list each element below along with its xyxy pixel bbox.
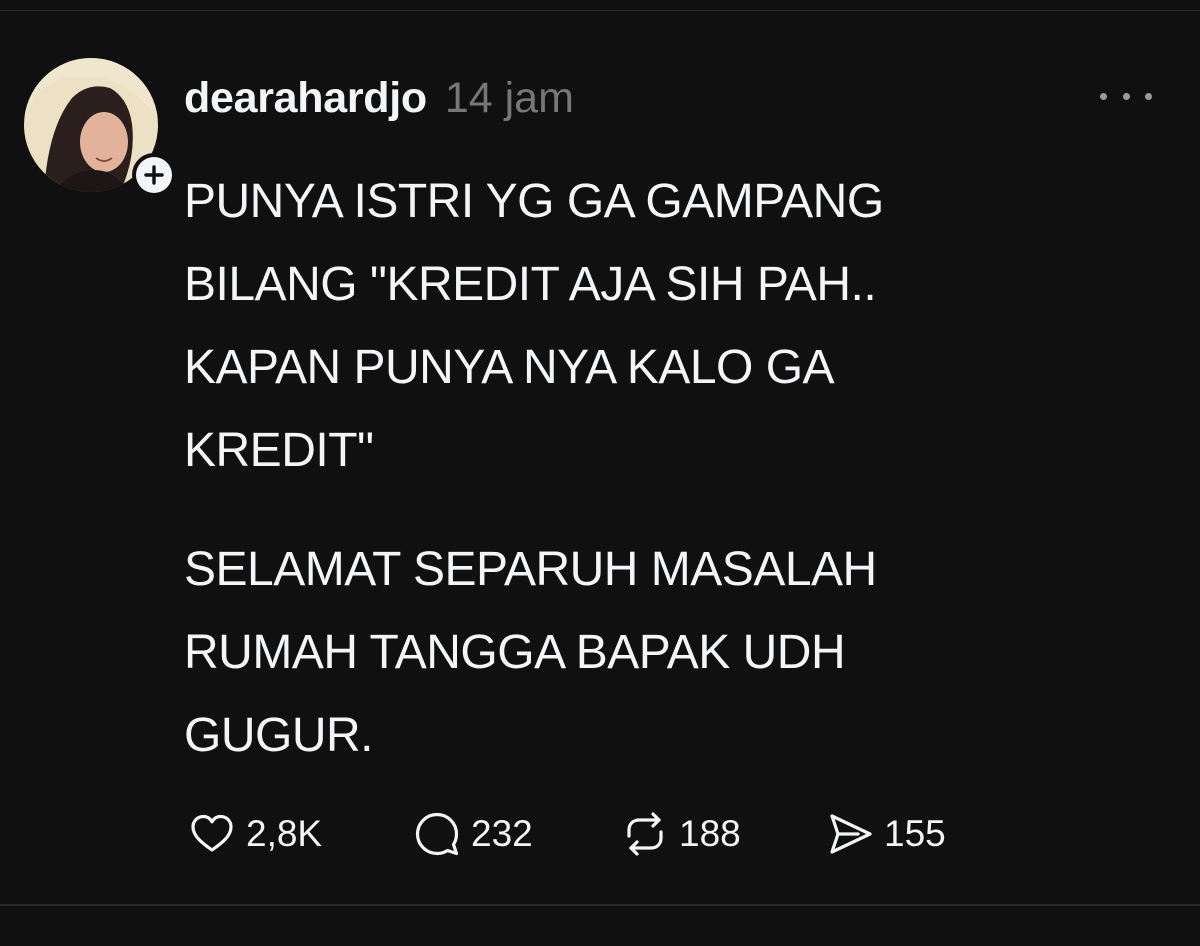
- post-actions: 2,8K 232 188 155: [184, 806, 946, 862]
- send-icon: [830, 814, 872, 854]
- heart-icon: [191, 814, 233, 852]
- repost-icon: [627, 812, 663, 856]
- share-button[interactable]: 155: [822, 806, 946, 862]
- post-text-line: PUNYA ISTRI YG GA GAMPANG: [184, 175, 884, 228]
- post-text-line: KREDIT": [184, 424, 374, 477]
- repost-count: 188: [679, 813, 741, 854]
- post-header: dearahardjo 14 jam: [184, 74, 574, 130]
- more-horizontal-icon: [1145, 92, 1152, 100]
- bottom-divider: [0, 904, 1200, 906]
- repost-button[interactable]: 188: [617, 806, 822, 862]
- plus-icon: [144, 165, 164, 185]
- username[interactable]: dearahardjo: [184, 74, 427, 123]
- post-text-line: BILANG "KREDIT AJA SIH PAH..: [184, 258, 877, 311]
- like-button[interactable]: 2,8K: [184, 806, 409, 862]
- author-avatar-container[interactable]: [24, 58, 176, 197]
- follow-button[interactable]: [132, 153, 176, 197]
- reply-button[interactable]: 232: [409, 806, 617, 862]
- more-horizontal-icon: [1100, 92, 1107, 100]
- post-text-line: KAPAN PUNYA NYA KALO GA: [184, 341, 835, 394]
- timestamp[interactable]: 14 jam: [445, 74, 574, 123]
- like-count: 2,8K: [246, 813, 323, 854]
- post-paragraph: PUNYA ISTRI YG GA GAMPANG BILANG "KREDIT…: [184, 160, 1144, 492]
- thread-post: dearahardjo 14 jam PUNYA ISTRI YG GA GAM…: [0, 0, 1200, 946]
- share-count: 155: [884, 813, 946, 854]
- follow-badge: [136, 157, 172, 193]
- reply-count: 232: [471, 813, 533, 854]
- post-text-line: RUMAH TANGGA BAPAK UDH: [184, 626, 846, 679]
- more-horizontal-icon: [1122, 92, 1130, 100]
- more-options-button[interactable]: [1100, 82, 1152, 110]
- post-paragraph: SELAMAT SEPARUH MASALAH RUMAH TANGGA BAP…: [184, 528, 1144, 777]
- post-text: PUNYA ISTRI YG GA GAMPANG BILANG "KREDIT…: [184, 160, 1144, 777]
- speech-bubble-icon: [415, 812, 459, 856]
- post-text-line: GUGUR.: [184, 709, 374, 762]
- post-text-line: SELAMAT SEPARUH MASALAH: [184, 543, 877, 596]
